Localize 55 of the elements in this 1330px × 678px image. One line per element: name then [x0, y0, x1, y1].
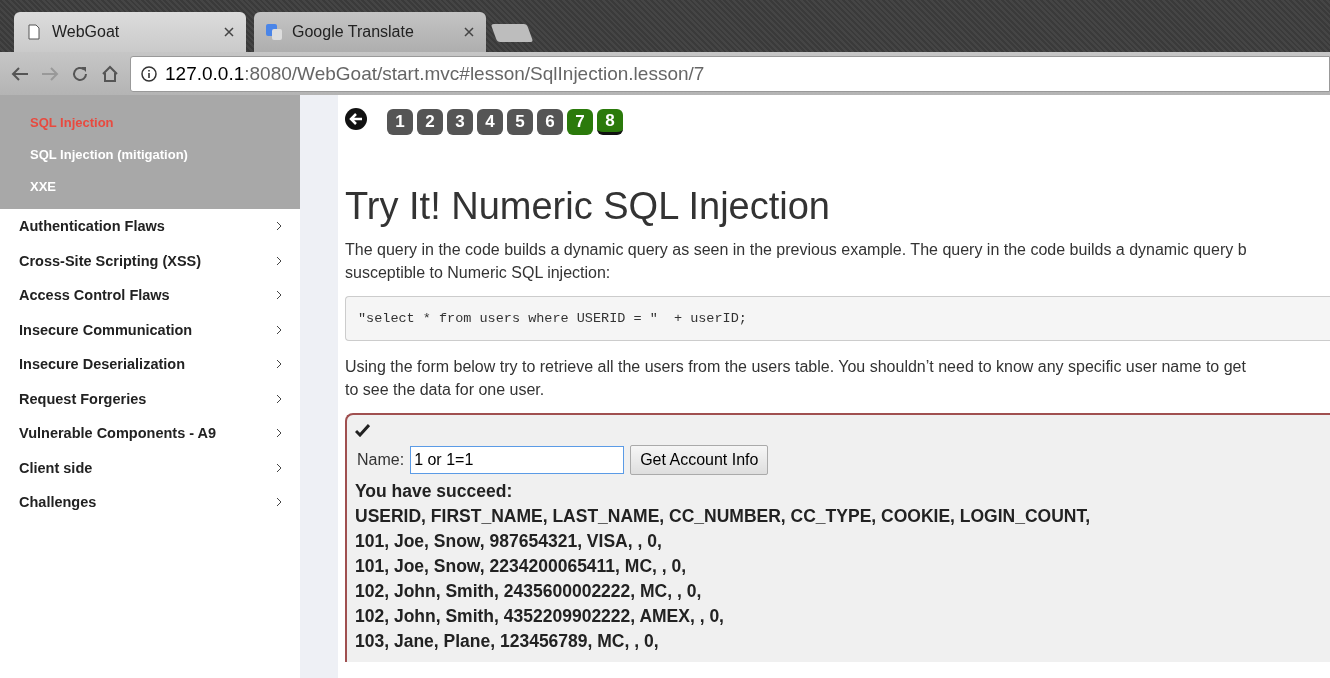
code-block: "select * from users where USERID = " + userID; — [345, 296, 1330, 341]
page-button[interactable]: 2 — [417, 109, 443, 135]
translate-icon — [266, 24, 282, 40]
menu-category[interactable]: Vulnerable Components - A9 — [19, 425, 217, 442]
menu-category[interactable]: Insecure Communication — [19, 321, 193, 338]
close-icon[interactable] — [464, 27, 474, 37]
menu-category[interactable]: Request Forgeries — [19, 390, 147, 407]
page-button[interactable]: 3 — [447, 109, 473, 135]
tab-title: WebGoat — [52, 23, 121, 41]
chevron-icon — [276, 393, 282, 404]
page-button[interactable]: 5 — [507, 109, 533, 135]
close-icon[interactable] — [224, 27, 234, 37]
chevron-icon — [276, 497, 282, 508]
result-line: USERID, FIRST_NAME, LAST_NAME, CC_NUMBER, CC_TYPE, COOKIE, LOGIN_COUNT, — [355, 505, 1092, 528]
instruction-text: Using the form below try to retrieve all the users from the users table. You shouldn’t need to know any specific user name to get — [345, 357, 1247, 377]
chevron-icon — [276, 462, 282, 473]
name-field[interactable]: 1 or 1=1 — [410, 446, 625, 474]
intro-text: susceptible to Numeric SQL injection: — [345, 263, 612, 283]
tab-title: Google Translate — [292, 23, 415, 41]
result-line: 102, John, Smith, 4352209902222, AMEX, , 0, — [355, 605, 725, 628]
chevron-icon — [276, 359, 282, 370]
page-button[interactable]: 4 — [477, 109, 503, 135]
chevron-icon — [276, 428, 282, 439]
chevron-icon — [276, 290, 282, 301]
page-button[interactable]: 1 — [387, 109, 413, 135]
result-heading: You have succeed: — [355, 480, 514, 503]
menu-category[interactable]: Cross-Site Scripting (XSS) — [19, 252, 202, 269]
result-line: 103, Jane, Plane, 123456789, MC, , 0, — [355, 630, 660, 653]
url-text: 127.0.0.1:8080/WebGoat/start.mvc#lesson/SqlInjection.lesson/7 — [165, 62, 705, 85]
get-account-info-button[interactable]: Get Account Info — [630, 445, 769, 475]
intro-text: The query in the code builds a dynamic query as seen in the previous example. The query in the code builds a dynamic query b — [345, 240, 1248, 260]
browser-tab[interactable]: Google Translate — [254, 12, 486, 52]
menu-category[interactable]: Client side — [19, 459, 93, 476]
result-line: 101, Joe, Snow, 987654321, VISA, , 0, — [355, 530, 663, 553]
page-icon — [26, 24, 42, 40]
menu-category[interactable]: Challenges — [19, 494, 97, 511]
menu-category[interactable]: Insecure Deserialization — [19, 356, 185, 373]
home-icon[interactable] — [100, 63, 120, 84]
chevron-icon — [276, 221, 282, 232]
info-icon — [141, 65, 157, 82]
menu-category[interactable]: Access Control Flaws — [19, 287, 170, 304]
name-label: Name: — [357, 451, 405, 469]
instruction-text: to see the data for one user. — [345, 380, 546, 400]
page-button[interactable]: 8 — [597, 109, 623, 135]
browser-tab[interactable]: WebGoat — [14, 12, 246, 52]
page-button[interactable]: 7 — [567, 109, 593, 135]
result-line: 101, Joe, Snow, 2234200065411, MC, , 0, — [355, 555, 688, 578]
address-bar[interactable]: 127.0.0.1:8080/WebGoat/start.mvc#lesson/SqlInjection.lesson/7 — [130, 55, 1330, 92]
new-tab-button[interactable] — [490, 24, 534, 42]
lesson-title: Try It! Numeric SQL Injection — [345, 185, 831, 228]
chevron-icon — [276, 324, 282, 335]
page-button[interactable]: 6 — [537, 109, 563, 135]
result-line: 102, John, Smith, 2435600002222, MC, , 0, — [355, 580, 703, 603]
menu-category[interactable]: Authentication Flaws — [19, 218, 165, 235]
chevron-icon — [276, 255, 282, 266]
